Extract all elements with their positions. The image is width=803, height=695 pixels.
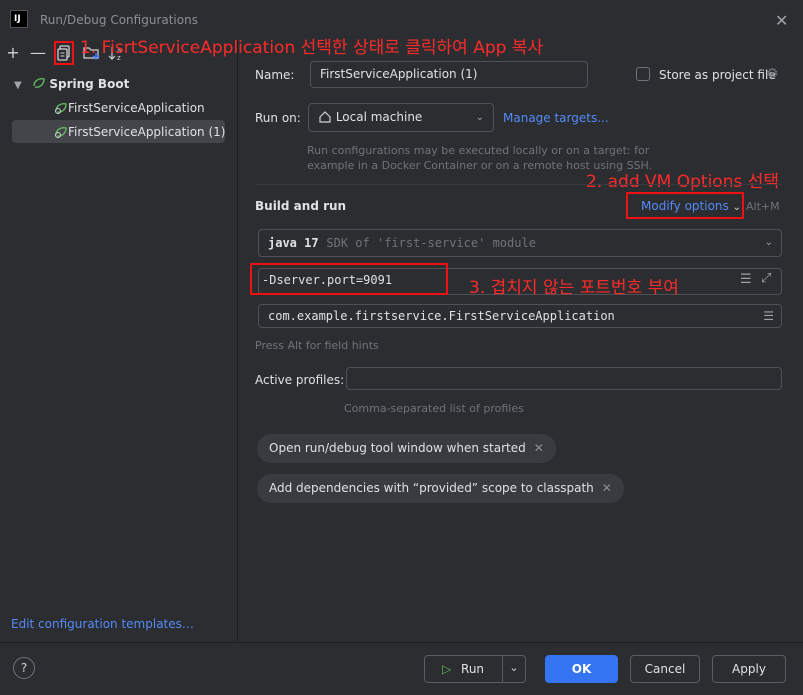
tree-item-label: FirstServiceApplication (1) [68, 125, 226, 139]
annotation-step-3: 3. 겹치지 않는 포트번호 부여 [469, 278, 679, 298]
chevron-down-icon: ⌄ [764, 237, 773, 248]
expand-field-icon[interactable]: ⤢ [761, 271, 771, 286]
build-and-run-title: Build and run [255, 199, 347, 213]
modify-options-shortcut: Alt+M [746, 200, 780, 213]
gear-icon[interactable]: ⚙ [766, 66, 779, 82]
run-on-label: Run on: [255, 111, 301, 125]
sdk-main: java 17 [268, 236, 319, 250]
store-as-project-file-checkbox[interactable] [636, 67, 650, 81]
profiles-hint: Comma-separated list of profiles [344, 402, 524, 415]
tree-group-label: Spring Boot [49, 77, 130, 91]
main-class-input[interactable]: com.example.firstservice.FirstServiceApp… [258, 304, 782, 328]
spring-run-icon [55, 127, 67, 138]
field-hint: Press Alt for field hints [255, 339, 379, 352]
copy-icon [57, 45, 70, 61]
run-button[interactable]: ▷ Run [425, 656, 501, 682]
chip-label: Add dependencies with “provided” scope t… [269, 481, 594, 495]
intellij-app-icon: IJ [10, 10, 28, 28]
manage-targets-link[interactable]: Manage targets... [503, 111, 609, 125]
remove-config-button[interactable]: — [28, 44, 48, 64]
annotation-step-1: 1. FisrtServiceApplication 선택한 상태로 클릭하여 … [80, 38, 544, 58]
main-class-value: com.example.firstservice.FirstServiceApp… [268, 309, 615, 323]
home-icon [319, 111, 331, 123]
tree-group-spring-boot[interactable]: ▼ Spring Boot [14, 73, 129, 95]
help-button[interactable]: ? [13, 657, 35, 679]
sdk-sub: SDK of 'first-service' module [326, 236, 536, 250]
add-config-button[interactable]: + [3, 44, 23, 64]
remove-chip-icon[interactable]: ✕ [602, 481, 612, 495]
tree-item-first-service-1[interactable]: FirstServiceApplication (1) [54, 121, 225, 143]
apply-button[interactable]: Apply [712, 655, 786, 683]
tree-item-first-service[interactable]: FirstServiceApplication [54, 97, 205, 119]
run-label: Run [461, 662, 485, 676]
name-label: Name: [255, 68, 295, 82]
modify-options-label: Modify options [641, 199, 729, 213]
remove-chip-icon[interactable]: ✕ [534, 441, 544, 455]
close-icon[interactable]: ✕ [775, 11, 788, 30]
browse-icon[interactable]: ☰ [763, 305, 774, 327]
active-profiles-input[interactable] [346, 367, 782, 390]
chevron-down-icon: ▼ [14, 80, 22, 91]
annotation-step-2: 2. add VM Options 선택 [586, 172, 780, 192]
window-title: Run/Debug Configurations [40, 13, 198, 27]
spring-run-icon [55, 103, 67, 114]
sdk-select[interactable]: java 17 SDK of 'first-service' module ⌄ [258, 229, 782, 257]
run-on-select[interactable]: Local machine ⌄ [308, 103, 494, 132]
chip-open-tool-window: Open run/debug tool window when started ✕ [257, 434, 556, 463]
run-on-hint-line-1: Run configurations may be executed local… [307, 144, 650, 157]
chip-provided-scope: Add dependencies with “provided” scope t… [257, 474, 624, 503]
vm-options-input[interactable]: -Dserver.port=9091 [262, 273, 392, 287]
tree-item-label: FirstServiceApplication [68, 101, 205, 115]
edit-configuration-templates-link[interactable]: Edit configuration templates… [11, 617, 194, 631]
chevron-down-icon: ⌄ [475, 112, 484, 123]
ok-button[interactable]: OK [545, 655, 618, 683]
modify-options-button[interactable]: Modify options ⌄ [641, 199, 741, 213]
copy-config-button[interactable] [54, 41, 74, 65]
section-divider [255, 184, 782, 185]
chevron-down-icon: ⌄ [732, 202, 741, 213]
spring-boot-icon [32, 77, 50, 91]
run-icon: ▷ [441, 662, 452, 676]
run-on-value: Local machine [335, 110, 423, 124]
run-dropdown-chevron-icon[interactable]: ⌄ [503, 656, 525, 682]
expand-text-icon[interactable]: ☰ [740, 272, 752, 287]
store-as-project-file-label: Store as project file [659, 68, 776, 82]
name-input[interactable]: FirstServiceApplication (1) [310, 61, 588, 88]
cancel-button[interactable]: Cancel [630, 655, 700, 683]
active-profiles-label: Active profiles: [255, 373, 345, 387]
chip-label: Open run/debug tool window when started [269, 441, 526, 455]
